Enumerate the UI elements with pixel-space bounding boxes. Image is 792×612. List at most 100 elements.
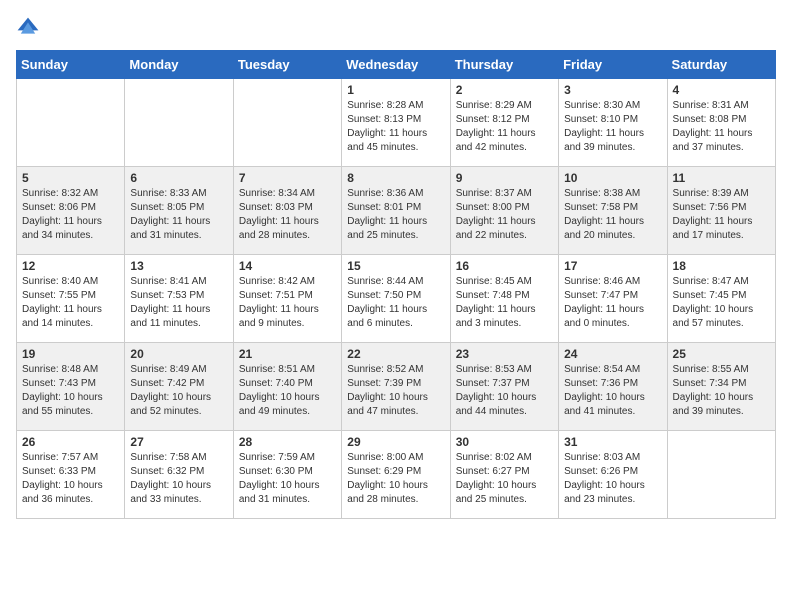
day-content: Sunrise: 8:34 AM Sunset: 8:03 PM Dayligh… [239, 187, 336, 243]
day-number: 22 [347, 347, 444, 361]
calendar-cell: 2 Sunrise: 8:29 AM Sunset: 8:12 PM Daylig… [450, 79, 558, 167]
day-of-week-header: Tuesday [233, 51, 341, 79]
day-number: 31 [564, 435, 661, 449]
day-content: Sunrise: 8:55 AM Sunset: 7:34 PM Dayligh… [673, 363, 770, 419]
calendar-cell: 28 Sunrise: 7:59 AM Sunset: 6:30 PM Dayli… [233, 431, 341, 519]
day-number: 26 [22, 435, 119, 449]
day-number: 1 [347, 83, 444, 97]
calendar-cell: 31 Sunrise: 8:03 AM Sunset: 6:26 PM Dayli… [559, 431, 667, 519]
day-number: 28 [239, 435, 336, 449]
day-number: 24 [564, 347, 661, 361]
page-header [16, 16, 776, 40]
calendar-body: 1 Sunrise: 8:28 AM Sunset: 8:13 PM Daylig… [17, 79, 776, 519]
day-number: 27 [130, 435, 227, 449]
day-content: Sunrise: 8:44 AM Sunset: 7:50 PM Dayligh… [347, 275, 444, 331]
calendar-cell: 24 Sunrise: 8:54 AM Sunset: 7:36 PM Dayli… [559, 343, 667, 431]
calendar-cell: 1 Sunrise: 8:28 AM Sunset: 8:13 PM Daylig… [342, 79, 450, 167]
calendar-header-row: SundayMondayTuesdayWednesdayThursdayFrid… [17, 51, 776, 79]
day-of-week-header: Saturday [667, 51, 775, 79]
calendar-week-row: 5 Sunrise: 8:32 AM Sunset: 8:06 PM Daylig… [17, 167, 776, 255]
day-of-week-header: Thursday [450, 51, 558, 79]
day-of-week-header: Friday [559, 51, 667, 79]
day-content: Sunrise: 7:59 AM Sunset: 6:30 PM Dayligh… [239, 451, 336, 507]
day-content: Sunrise: 8:48 AM Sunset: 7:43 PM Dayligh… [22, 363, 119, 419]
calendar-week-row: 12Sunrise: 8:40 AM Sunset: 7:55 PM Dayli… [17, 255, 776, 343]
calendar-cell: 16Sunrise: 8:45 AM Sunset: 7:48 PM Dayli… [450, 255, 558, 343]
calendar-cell: 8Sunrise: 8:36 AM Sunset: 8:01 PM Daylig… [342, 167, 450, 255]
day-number: 29 [347, 435, 444, 449]
day-number: 21 [239, 347, 336, 361]
calendar-cell: 23 Sunrise: 8:53 AM Sunset: 7:37 PM Dayli… [450, 343, 558, 431]
calendar-cell: 4 Sunrise: 8:31 AM Sunset: 8:08 PM Daylig… [667, 79, 775, 167]
calendar-cell: 11 Sunrise: 8:39 AM Sunset: 7:56 PM Dayli… [667, 167, 775, 255]
calendar-cell: 27 Sunrise: 7:58 AM Sunset: 6:32 PM Dayli… [125, 431, 233, 519]
day-content: Sunrise: 8:41 AM Sunset: 7:53 PM Dayligh… [130, 275, 227, 331]
logo [16, 16, 44, 40]
calendar-week-row: 26 Sunrise: 7:57 AM Sunset: 6:33 PM Dayli… [17, 431, 776, 519]
day-of-week-header: Wednesday [342, 51, 450, 79]
calendar-cell: 17 Sunrise: 8:46 AM Sunset: 7:47 PM Dayli… [559, 255, 667, 343]
day-content: Sunrise: 7:58 AM Sunset: 6:32 PM Dayligh… [130, 451, 227, 507]
day-number: 19 [22, 347, 119, 361]
calendar-table: SundayMondayTuesdayWednesdayThursdayFrid… [16, 50, 776, 519]
day-number: 11 [673, 171, 770, 185]
calendar-cell: 12Sunrise: 8:40 AM Sunset: 7:55 PM Dayli… [17, 255, 125, 343]
day-number: 14 [239, 259, 336, 273]
day-number: 13 [130, 259, 227, 273]
day-content: Sunrise: 8:30 AM Sunset: 8:10 PM Dayligh… [564, 99, 661, 155]
calendar-cell: 30Sunrise: 8:02 AM Sunset: 6:27 PM Dayli… [450, 431, 558, 519]
calendar-cell: 6 Sunrise: 8:33 AM Sunset: 8:05 PM Daylig… [125, 167, 233, 255]
day-content: Sunrise: 8:39 AM Sunset: 7:56 PM Dayligh… [673, 187, 770, 243]
day-of-week-header: Monday [125, 51, 233, 79]
day-number: 4 [673, 83, 770, 97]
day-content: Sunrise: 8:42 AM Sunset: 7:51 PM Dayligh… [239, 275, 336, 331]
day-content: Sunrise: 8:54 AM Sunset: 7:36 PM Dayligh… [564, 363, 661, 419]
calendar-cell: 10Sunrise: 8:38 AM Sunset: 7:58 PM Dayli… [559, 167, 667, 255]
day-content: Sunrise: 8:33 AM Sunset: 8:05 PM Dayligh… [130, 187, 227, 243]
calendar-cell: 15 Sunrise: 8:44 AM Sunset: 7:50 PM Dayli… [342, 255, 450, 343]
day-content: Sunrise: 8:00 AM Sunset: 6:29 PM Dayligh… [347, 451, 444, 507]
calendar-cell [233, 79, 341, 167]
day-number: 15 [347, 259, 444, 273]
day-content: Sunrise: 8:37 AM Sunset: 8:00 PM Dayligh… [456, 187, 553, 243]
day-number: 3 [564, 83, 661, 97]
day-number: 16 [456, 259, 553, 273]
day-number: 10 [564, 171, 661, 185]
calendar-cell: 22 Sunrise: 8:52 AM Sunset: 7:39 PM Dayli… [342, 343, 450, 431]
calendar-cell: 20 Sunrise: 8:49 AM Sunset: 7:42 PM Dayli… [125, 343, 233, 431]
day-content: Sunrise: 8:51 AM Sunset: 7:40 PM Dayligh… [239, 363, 336, 419]
day-content: Sunrise: 8:53 AM Sunset: 7:37 PM Dayligh… [456, 363, 553, 419]
calendar-cell [17, 79, 125, 167]
calendar-cell: 19 Sunrise: 8:48 AM Sunset: 7:43 PM Dayli… [17, 343, 125, 431]
calendar-cell [125, 79, 233, 167]
day-content: Sunrise: 8:52 AM Sunset: 7:39 PM Dayligh… [347, 363, 444, 419]
day-number: 6 [130, 171, 227, 185]
day-number: 20 [130, 347, 227, 361]
day-number: 25 [673, 347, 770, 361]
day-number: 7 [239, 171, 336, 185]
day-number: 23 [456, 347, 553, 361]
day-number: 12 [22, 259, 119, 273]
day-number: 17 [564, 259, 661, 273]
calendar-cell: 29 Sunrise: 8:00 AM Sunset: 6:29 PM Dayli… [342, 431, 450, 519]
day-content: Sunrise: 8:46 AM Sunset: 7:47 PM Dayligh… [564, 275, 661, 331]
day-content: Sunrise: 8:28 AM Sunset: 8:13 PM Dayligh… [347, 99, 444, 155]
day-content: Sunrise: 8:49 AM Sunset: 7:42 PM Dayligh… [130, 363, 227, 419]
calendar-week-row: 1 Sunrise: 8:28 AM Sunset: 8:13 PM Daylig… [17, 79, 776, 167]
day-content: Sunrise: 8:03 AM Sunset: 6:26 PM Dayligh… [564, 451, 661, 507]
day-content: Sunrise: 8:32 AM Sunset: 8:06 PM Dayligh… [22, 187, 119, 243]
day-number: 18 [673, 259, 770, 273]
calendar-cell: 9 Sunrise: 8:37 AM Sunset: 8:00 PM Daylig… [450, 167, 558, 255]
day-content: Sunrise: 7:57 AM Sunset: 6:33 PM Dayligh… [22, 451, 119, 507]
day-number: 8 [347, 171, 444, 185]
day-number: 5 [22, 171, 119, 185]
day-content: Sunrise: 8:29 AM Sunset: 8:12 PM Dayligh… [456, 99, 553, 155]
day-number: 9 [456, 171, 553, 185]
calendar-cell: 3 Sunrise: 8:30 AM Sunset: 8:10 PM Daylig… [559, 79, 667, 167]
day-of-week-header: Sunday [17, 51, 125, 79]
calendar-cell [667, 431, 775, 519]
day-number: 2 [456, 83, 553, 97]
day-content: Sunrise: 8:31 AM Sunset: 8:08 PM Dayligh… [673, 99, 770, 155]
day-content: Sunrise: 8:47 AM Sunset: 7:45 PM Dayligh… [673, 275, 770, 331]
day-content: Sunrise: 8:02 AM Sunset: 6:27 PM Dayligh… [456, 451, 553, 507]
